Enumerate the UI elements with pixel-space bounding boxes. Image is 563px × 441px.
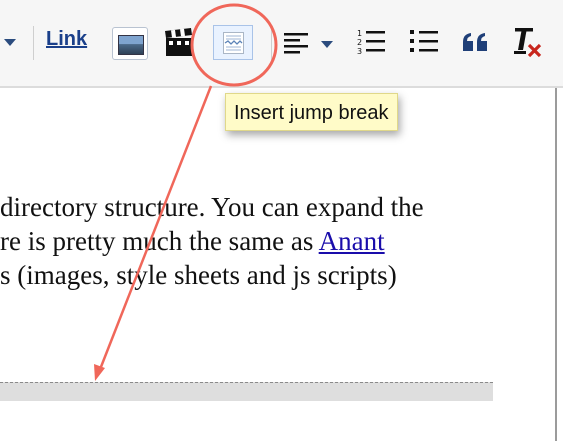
quote-icon[interactable] xyxy=(462,32,490,54)
post-editor[interactable]: directory structure. You can expand the … xyxy=(0,88,557,441)
link-button[interactable]: Link xyxy=(46,28,87,51)
body-text-line-2: re is pretty much the same as Anant xyxy=(0,226,385,256)
insert-jump-break-button[interactable] xyxy=(213,25,253,60)
body-text-line-3: s (images, style sheets and js scripts) xyxy=(0,260,397,290)
toolbar-separator xyxy=(33,26,34,60)
svg-text:1: 1 xyxy=(357,29,362,38)
jump-break-marker xyxy=(0,382,493,401)
chevron-down-icon[interactable] xyxy=(4,39,16,46)
anant-link[interactable]: Anant xyxy=(319,226,385,256)
jump-break-icon xyxy=(223,32,244,54)
body-text-line-1: directory structure. You can expand the xyxy=(0,192,424,222)
toolbar-separator xyxy=(271,26,272,60)
svg-text:3: 3 xyxy=(357,47,362,56)
editor-toolbar: Link 1 2 3 xyxy=(0,0,563,88)
chevron-down-icon[interactable] xyxy=(321,41,333,48)
tooltip: Insert jump break xyxy=(225,93,398,131)
numbered-list-icon[interactable]: 1 2 3 xyxy=(357,28,387,56)
align-left-icon[interactable] xyxy=(284,32,310,54)
clapperboard-icon[interactable] xyxy=(163,27,195,59)
image-icon xyxy=(118,35,144,55)
bulleted-list-icon[interactable] xyxy=(410,28,440,56)
remove-formatting-icon[interactable] xyxy=(513,26,543,58)
svg-text:2: 2 xyxy=(357,38,362,47)
insert-image-button[interactable] xyxy=(112,27,148,60)
